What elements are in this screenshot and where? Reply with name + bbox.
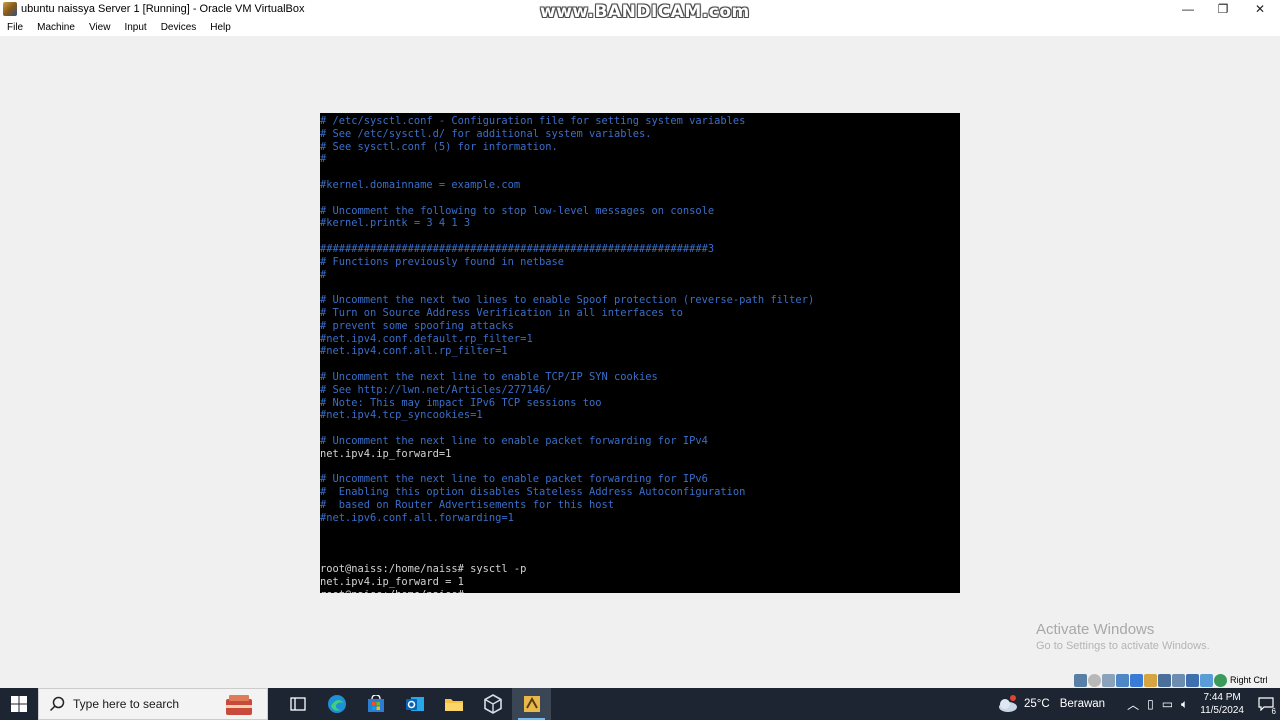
network-icon[interactable] [1116, 673, 1129, 687]
video-capture-icon[interactable] [1172, 673, 1185, 687]
terminal-line: # based on Router Advertisements for thi… [320, 499, 615, 511]
terminal-line: #net.ipv4.conf.default.rp_filter=1 [320, 332, 533, 345]
tablet-icon[interactable]: ▯ [1147, 697, 1154, 711]
weather-condition[interactable]: Berawan [1060, 698, 1105, 710]
search-placeholder: Type here to search [73, 697, 180, 711]
virtualization-icon[interactable] [1186, 673, 1199, 687]
terminal-line: root@naiss:/home/naiss# sysctl -p [320, 563, 527, 575]
windows-taskbar: Type here to search 25°C Berawan ︿ ▯ ▭ 🔈… [0, 688, 1280, 720]
audio-icon[interactable] [1102, 673, 1115, 687]
system-tray: 25°C Berawan ︿ ▯ ▭ 🔈︎ 7:44 PM 11/5/2024 … [996, 688, 1280, 720]
title-bar[interactable]: ubuntu naissya Server 1 [Running] - Orac… [0, 0, 1280, 22]
edge-icon[interactable] [317, 688, 356, 720]
taskbar-clock[interactable]: 7:44 PM 11/5/2024 [1200, 691, 1244, 717]
terminal-line: # prevent some spoofing attacks [320, 319, 514, 332]
terminal-line: ########################################… [320, 243, 715, 255]
weather-cloud-icon[interactable] [996, 695, 1018, 713]
virtualbox-app-icon [3, 2, 17, 16]
menu-devices[interactable]: Devices [154, 22, 204, 33]
network-tray-icon[interactable]: ▭ [1162, 697, 1173, 711]
minimize-button[interactable]: — [1170, 0, 1206, 18]
host-key-label: Right Ctrl [1230, 675, 1268, 685]
terminal-line: net.ipv4.ip_forward=1 [320, 447, 452, 460]
store-icon[interactable] [356, 688, 395, 720]
start-button[interactable] [0, 688, 38, 720]
virtualbox-manager-icon[interactable] [473, 688, 512, 720]
menu-view[interactable]: View [82, 22, 118, 33]
search-highlight-icon [226, 695, 252, 715]
usb-icon[interactable] [1130, 673, 1143, 687]
terminal-line: # Functions previously found in netbase [320, 255, 564, 268]
terminal-line: root@naiss:/home/naiss# [320, 589, 464, 593]
clock-date: 11/5/2024 [1200, 705, 1244, 716]
search-icon [49, 696, 65, 712]
terminal-line: #kernel.printk = 3 4 1 3 [320, 217, 471, 230]
virtualbox-window: ubuntu naissya Server 1 [Running] - Orac… [0, 0, 1280, 688]
terminal-line: #net.ipv4.tcp_syncookies=1 [320, 409, 483, 422]
weather-temperature[interactable]: 25°C [1024, 698, 1050, 710]
notification-count: 6 [1271, 707, 1276, 716]
notification-center-button[interactable]: 6 [1252, 688, 1280, 720]
taskbar-search-box[interactable]: Type here to search [38, 688, 268, 720]
show-hidden-icons-icon[interactable]: ︿ [1127, 696, 1139, 713]
terminal-line: # See /etc/sysctl.d/ for additional syst… [320, 127, 652, 140]
terminal-line: # Uncomment the following to stop low-le… [320, 204, 715, 217]
clock-time: 7:44 PM [1203, 692, 1241, 703]
terminal-line: # [320, 268, 327, 281]
activate-windows-title: Activate Windows [1036, 621, 1155, 638]
terminal-line: # See sysctl.conf (5) for information. [320, 140, 558, 153]
restore-icon: ❐ [1217, 2, 1229, 16]
outlook-icon[interactable] [395, 688, 434, 720]
terminal-line: # Uncomment the next two lines to enable… [320, 294, 815, 307]
menu-input[interactable]: Input [117, 22, 153, 33]
virtualbox-vm-icon[interactable] [512, 688, 551, 720]
terminal-line: # Uncomment the next line to enable pack… [320, 473, 708, 486]
close-button[interactable]: ✕ [1242, 0, 1278, 18]
terminal-line: # Enabling this option disables Stateles… [320, 486, 746, 499]
activate-windows-subtitle: Go to Settings to activate Windows. [1036, 640, 1210, 652]
terminal-line: # See http://lwn.net/Articles/277146/ [320, 383, 552, 396]
restore-button[interactable]: ❐ [1205, 0, 1241, 18]
vm-console-screen[interactable]: # /etc/sysctl.conf - Configuration file … [320, 113, 960, 593]
hard-disk-icon[interactable] [1074, 673, 1087, 687]
windows-logo-icon [11, 696, 27, 712]
optical-drive-icon[interactable] [1088, 673, 1101, 687]
menu-file[interactable]: File [0, 22, 30, 33]
file-explorer-icon[interactable] [434, 688, 473, 720]
terminal-line: # Turn on Source Address Verification in… [320, 307, 683, 319]
shared-folders-icon[interactable] [1144, 673, 1157, 687]
terminal-line: #kernel.domainname = example.com [320, 179, 521, 191]
menu-machine[interactable]: Machine [30, 22, 82, 33]
vm-status-bar: Right Ctrl [1074, 672, 1268, 688]
task-view-icon[interactable] [278, 688, 317, 720]
terminal-line: #net.ipv6.conf.all.forwarding=1 [320, 511, 514, 524]
terminal-line: # [320, 153, 327, 166]
close-icon: ✕ [1254, 2, 1266, 16]
terminal-line: net.ipv4.ip_forward = 1 [320, 575, 464, 588]
menu-bar: File Machine View Input Devices Help [0, 18, 1280, 36]
display-icon[interactable] [1158, 673, 1171, 687]
minimize-icon: — [1182, 2, 1194, 16]
terminal-line: # Uncomment the next line to enable pack… [320, 435, 708, 447]
keyboard-icon[interactable] [1214, 673, 1227, 687]
volume-icon[interactable]: 🔈︎ [1181, 697, 1188, 712]
mouse-integration-icon[interactable] [1200, 673, 1213, 687]
terminal-line: # Note: This may impact IPv6 TCP session… [320, 396, 602, 409]
window-title: ubuntu naissya Server 1 [Running] - Orac… [21, 3, 305, 15]
menu-help[interactable]: Help [203, 22, 238, 33]
terminal-line: # /etc/sysctl.conf - Configuration file … [320, 115, 746, 127]
terminal-line: #net.ipv4.conf.all.rp_filter=1 [320, 345, 508, 358]
terminal-line: # Uncomment the next line to enable TCP/… [320, 371, 658, 383]
